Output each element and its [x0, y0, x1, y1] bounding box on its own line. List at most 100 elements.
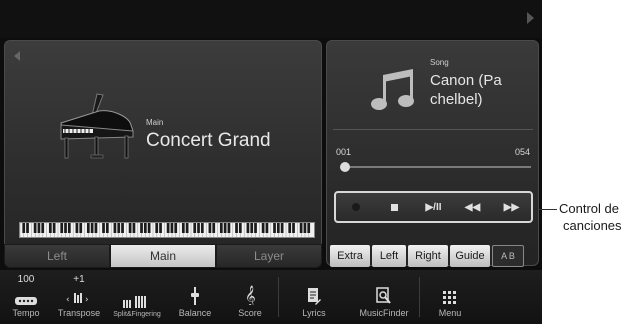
menu-button[interactable]: Menu: [420, 270, 480, 324]
black-key: [143, 223, 147, 233]
voice-name[interactable]: Concert Grand: [146, 130, 271, 152]
ab-repeat-button[interactable]: A B: [492, 245, 524, 267]
black-key: [147, 223, 151, 233]
song-control-group: ▶/II ◀◀ ▶▶: [334, 191, 533, 223]
voice-section-label: Main: [146, 118, 164, 127]
black-key: [128, 223, 132, 233]
tempo-button[interactable]: 100 Tempo: [0, 270, 52, 324]
black-key: [22, 223, 26, 233]
balance-icon: [191, 287, 199, 305]
black-key: [75, 223, 79, 233]
balance-button[interactable]: Balance: [168, 270, 222, 324]
black-key: [102, 223, 105, 233]
transpose-value: +1: [73, 274, 85, 285]
black-key: [238, 223, 242, 233]
bar-start: 001: [336, 147, 352, 157]
black-key: [181, 223, 185, 233]
black-key: [79, 223, 83, 233]
top-bar: [0, 0, 542, 38]
svg-text:‹: ‹: [66, 295, 70, 305]
song-control-callout: Control de canciones: [559, 200, 622, 234]
black-key: [223, 223, 227, 233]
black-key: [235, 223, 238, 233]
song-position-slider[interactable]: [339, 162, 531, 172]
lyrics-button[interactable]: Lyrics: [279, 270, 349, 324]
left-part-button[interactable]: Left: [372, 245, 406, 267]
divider: [333, 129, 533, 130]
black-key: [307, 223, 311, 233]
grand-piano-icon: [60, 93, 134, 159]
black-key: [170, 223, 174, 233]
lyrics-icon: [308, 288, 321, 305]
black-key: [254, 223, 257, 233]
tempo-label: Tempo: [12, 308, 40, 318]
tab-main[interactable]: Main: [110, 244, 216, 268]
lyrics-label: Lyrics: [302, 308, 326, 318]
split-fingering-icon: [123, 296, 146, 308]
musicfinder-label: MusicFinder: [359, 308, 409, 318]
part-tabs: Left Main Layer: [4, 244, 322, 268]
song-name-line1: Canon (Pa: [430, 72, 502, 89]
black-key: [86, 223, 90, 233]
keyboard-keys: [20, 223, 311, 237]
split-fingering-button[interactable]: Split&Fingering: [106, 270, 168, 324]
black-key: [208, 223, 212, 233]
transpose-button[interactable]: +1 ‹ › Transpose: [52, 270, 106, 324]
black-key: [140, 223, 143, 233]
score-button[interactable]: 𝄞 Score: [222, 270, 278, 324]
black-key: [219, 223, 223, 233]
tab-layer[interactable]: Layer: [216, 244, 322, 268]
right-part-button[interactable]: Right: [408, 245, 448, 267]
black-key: [212, 223, 216, 233]
voice-panel[interactable]: Main Concert Grand: [4, 40, 322, 266]
song-position-knob[interactable]: [339, 162, 350, 172]
stop-button[interactable]: [384, 198, 406, 216]
black-key: [121, 223, 124, 233]
black-key: [227, 223, 231, 233]
song-part-buttons: Extra Left Right Guide A B: [330, 245, 539, 267]
fast-forward-button[interactable]: ▶▶: [501, 198, 523, 216]
guide-button[interactable]: Guide: [450, 245, 490, 267]
play-pause-button[interactable]: ▶/II: [423, 198, 445, 216]
page-forward-icon[interactable]: [527, 12, 534, 24]
black-key: [67, 223, 71, 233]
black-key: [265, 223, 269, 233]
svg-text:𝄞: 𝄞: [245, 286, 255, 305]
black-key: [273, 223, 276, 233]
callout-line1: Control de: [559, 201, 619, 216]
callout-line2: canciones: [563, 218, 622, 233]
extra-button[interactable]: Extra: [330, 245, 370, 267]
rewind-button[interactable]: ◀◀: [462, 198, 484, 216]
tab-left[interactable]: Left: [4, 244, 110, 268]
menu-grid-icon: [443, 291, 456, 304]
record-button[interactable]: [345, 198, 367, 216]
black-key: [288, 223, 292, 233]
page-back-icon[interactable]: [14, 51, 20, 61]
song-panel[interactable]: Song Canon (Pa chelbel) 001 054 ▶/II ◀◀ …: [326, 40, 539, 266]
svg-text:›: ›: [85, 295, 89, 305]
musicfinder-icon: [376, 287, 391, 304]
black-key: [174, 223, 178, 233]
treble-clef-icon: 𝄞: [245, 286, 255, 305]
musicfinder-button[interactable]: MusicFinder: [349, 270, 419, 324]
black-key: [185, 223, 189, 233]
black-key: [52, 223, 56, 233]
menu-label: Menu: [438, 308, 462, 318]
score-label: Score: [238, 308, 262, 318]
transpose-label: Transpose: [57, 308, 101, 318]
black-key: [117, 223, 121, 233]
tempo-icon: [15, 297, 37, 305]
bar-end: 054: [514, 147, 530, 157]
keyboard-range-display: [19, 222, 315, 238]
stop-icon: [391, 203, 398, 211]
black-key: [261, 223, 265, 233]
record-icon: [351, 203, 360, 211]
black-key: [200, 223, 204, 233]
black-key: [113, 223, 117, 233]
black-key: [299, 223, 303, 233]
bottom-function-bar: 100 Tempo +1 ‹ › Transpose Split&Fingerin…: [0, 270, 542, 324]
black-key: [159, 223, 162, 233]
song-name[interactable]: Canon (Pa chelbel): [430, 71, 535, 109]
black-key: [132, 223, 136, 233]
black-key: [37, 223, 41, 233]
